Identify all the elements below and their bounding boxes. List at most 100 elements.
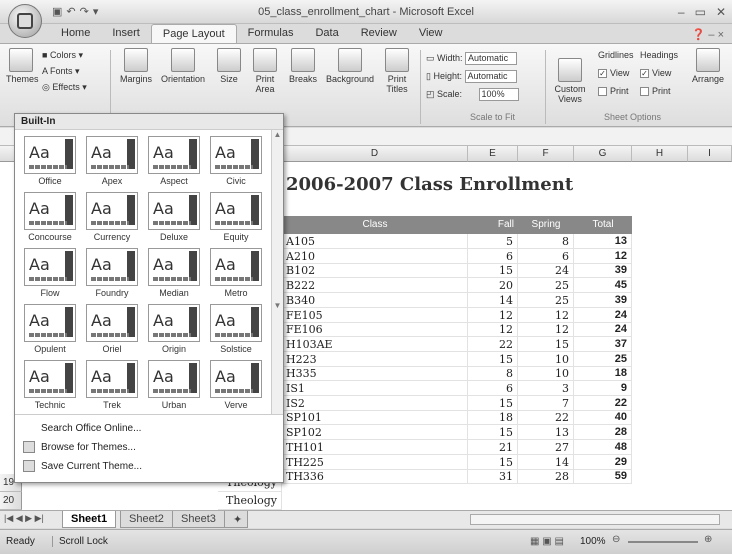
arrange-button[interactable]: Arrange [690, 48, 726, 84]
spring-cell[interactable]: 10 [518, 351, 574, 367]
total-cell[interactable]: 39 [574, 292, 632, 308]
class-cell[interactable]: IS2 [282, 395, 468, 411]
tab-insert[interactable]: Insert [101, 24, 151, 44]
theme-tile-apex[interactable]: Aa Apex [83, 136, 141, 186]
fall-cell[interactable]: 20 [468, 278, 518, 294]
fall-cell[interactable]: 15 [468, 395, 518, 411]
height-select[interactable]: Automatic [464, 70, 517, 83]
sheet-tab-2[interactable]: Sheet2 [120, 511, 173, 528]
spring-cell[interactable]: 14 [518, 454, 574, 470]
tab-formulas[interactable]: Formulas [237, 24, 305, 44]
total-cell[interactable]: 18 [574, 366, 632, 382]
theme-tile-metro[interactable]: Aa Metro [207, 248, 265, 298]
class-cell[interactable]: FE105 [282, 307, 468, 323]
theme-tile-deluxe[interactable]: Aa Deluxe [145, 192, 203, 242]
total-cell[interactable]: 40 [574, 410, 632, 426]
class-cell[interactable]: TH225 [282, 454, 468, 470]
class-cell[interactable]: B340 [282, 292, 468, 308]
header-class[interactable]: Class [282, 216, 468, 234]
fall-cell[interactable]: 14 [468, 292, 518, 308]
spring-cell[interactable]: 25 [518, 292, 574, 308]
column-header-d[interactable]: D [282, 146, 468, 162]
total-cell[interactable]: 59 [574, 469, 632, 485]
gridlines-print-checkbox[interactable]: Print [598, 86, 629, 97]
theme-tile-equity[interactable]: Aa Equity [207, 192, 265, 242]
class-cell[interactable]: SP101 [282, 410, 468, 426]
spring-cell[interactable]: 6 [518, 248, 574, 264]
print-area-button[interactable]: Print Area [248, 48, 282, 94]
theme-tile-foundry[interactable]: Aa Foundry [83, 248, 141, 298]
total-cell[interactable]: 25 [574, 351, 632, 367]
total-cell[interactable]: 37 [574, 336, 632, 352]
column-header-g[interactable]: G [574, 146, 632, 162]
spring-cell[interactable]: 28 [518, 469, 574, 485]
theme-tile-aspect[interactable]: Aa Aspect [145, 136, 203, 186]
total-cell[interactable]: 22 [574, 395, 632, 411]
headings-view-checkbox[interactable]: ✓ View [640, 68, 671, 79]
header-total[interactable]: Total [574, 216, 632, 234]
background-button[interactable]: Background [322, 48, 378, 84]
tab-view[interactable]: View [408, 24, 454, 44]
close-icon[interactable]: ✕ [716, 5, 726, 19]
zoom-out-icon[interactable]: ⊖ [612, 534, 620, 545]
orientation-button[interactable]: Orientation [158, 48, 208, 84]
spring-cell[interactable]: 7 [518, 395, 574, 411]
theme-tile-verve[interactable]: Aa Verve [207, 360, 265, 410]
themes-button[interactable]: Themes [6, 48, 39, 84]
theme-tile-currency[interactable]: Aa Currency [83, 192, 141, 242]
save-current-theme-item[interactable]: Save Current Theme... [15, 457, 283, 476]
fall-cell[interactable]: 22 [468, 336, 518, 352]
office-button[interactable] [8, 4, 42, 38]
class-cell[interactable]: B222 [282, 278, 468, 294]
effects-button[interactable]: ◎ Effects ▾ [42, 82, 87, 93]
theme-tile-origin[interactable]: Aa Origin [145, 304, 203, 354]
help-icon[interactable]: ❓ – × [692, 28, 724, 41]
class-cell[interactable]: H223 [282, 351, 468, 367]
fall-cell[interactable]: 6 [468, 248, 518, 264]
spring-cell[interactable]: 27 [518, 439, 574, 455]
print-titles-button[interactable]: Print Titles [380, 48, 414, 94]
size-button[interactable]: Size [214, 48, 244, 84]
total-cell[interactable]: 24 [574, 307, 632, 323]
fall-cell[interactable]: 18 [468, 410, 518, 426]
total-cell[interactable]: 9 [574, 381, 632, 396]
margins-button[interactable]: Margins [118, 48, 154, 84]
fall-cell[interactable]: 12 [468, 322, 518, 338]
spring-cell[interactable]: 24 [518, 263, 574, 279]
total-cell[interactable]: 39 [574, 263, 632, 279]
headings-print-checkbox[interactable]: Print [640, 86, 671, 97]
sheet-title[interactable]: 2006-2007 Class Enrollment [286, 174, 573, 195]
theme-tile-oriel[interactable]: Aa Oriel [83, 304, 141, 354]
spring-cell[interactable]: 8 [518, 234, 574, 249]
search-office-online-item[interactable]: Search Office Online... [15, 419, 283, 438]
theme-tile-flow[interactable]: Aa Flow [21, 248, 79, 298]
maximize-icon[interactable]: ▭ [695, 5, 706, 19]
class-cell[interactable]: B102 [282, 263, 468, 279]
sheet-tab-3[interactable]: Sheet3 [172, 511, 225, 528]
column-header-f[interactable]: F [518, 146, 574, 162]
horizontal-scrollbar[interactable] [470, 514, 720, 525]
width-select[interactable]: Automatic [465, 52, 518, 65]
fall-cell[interactable]: 6 [468, 381, 518, 396]
browse-for-themes-item[interactable]: Browse for Themes... [15, 438, 283, 457]
theme-tile-urban[interactable]: Aa Urban [145, 360, 203, 410]
tab-data[interactable]: Data [304, 24, 349, 44]
total-cell[interactable]: 29 [574, 454, 632, 470]
class-cell[interactable]: TH336 [282, 469, 468, 485]
fall-cell[interactable]: 12 [468, 307, 518, 323]
fall-cell[interactable]: 8 [468, 366, 518, 382]
tab-page-layout[interactable]: Page Layout [150, 24, 237, 44]
class-cell[interactable]: H103AE [282, 336, 468, 352]
spring-cell[interactable]: 12 [518, 322, 574, 338]
tab-review[interactable]: Review [350, 24, 408, 44]
theme-tile-office[interactable]: Aa Office [21, 136, 79, 186]
total-cell[interactable]: 28 [574, 425, 632, 441]
custom-views-button[interactable]: Custom Views [552, 58, 588, 104]
theme-tile-median[interactable]: Aa Median [145, 248, 203, 298]
class-cell[interactable]: H335 [282, 366, 468, 382]
header-fall[interactable]: Fall [468, 216, 518, 234]
row-header-20[interactable]: 20 [0, 492, 22, 510]
theme-tile-civic[interactable]: Aa Civic [207, 136, 265, 186]
spring-cell[interactable]: 10 [518, 366, 574, 382]
spring-cell[interactable]: 22 [518, 410, 574, 426]
